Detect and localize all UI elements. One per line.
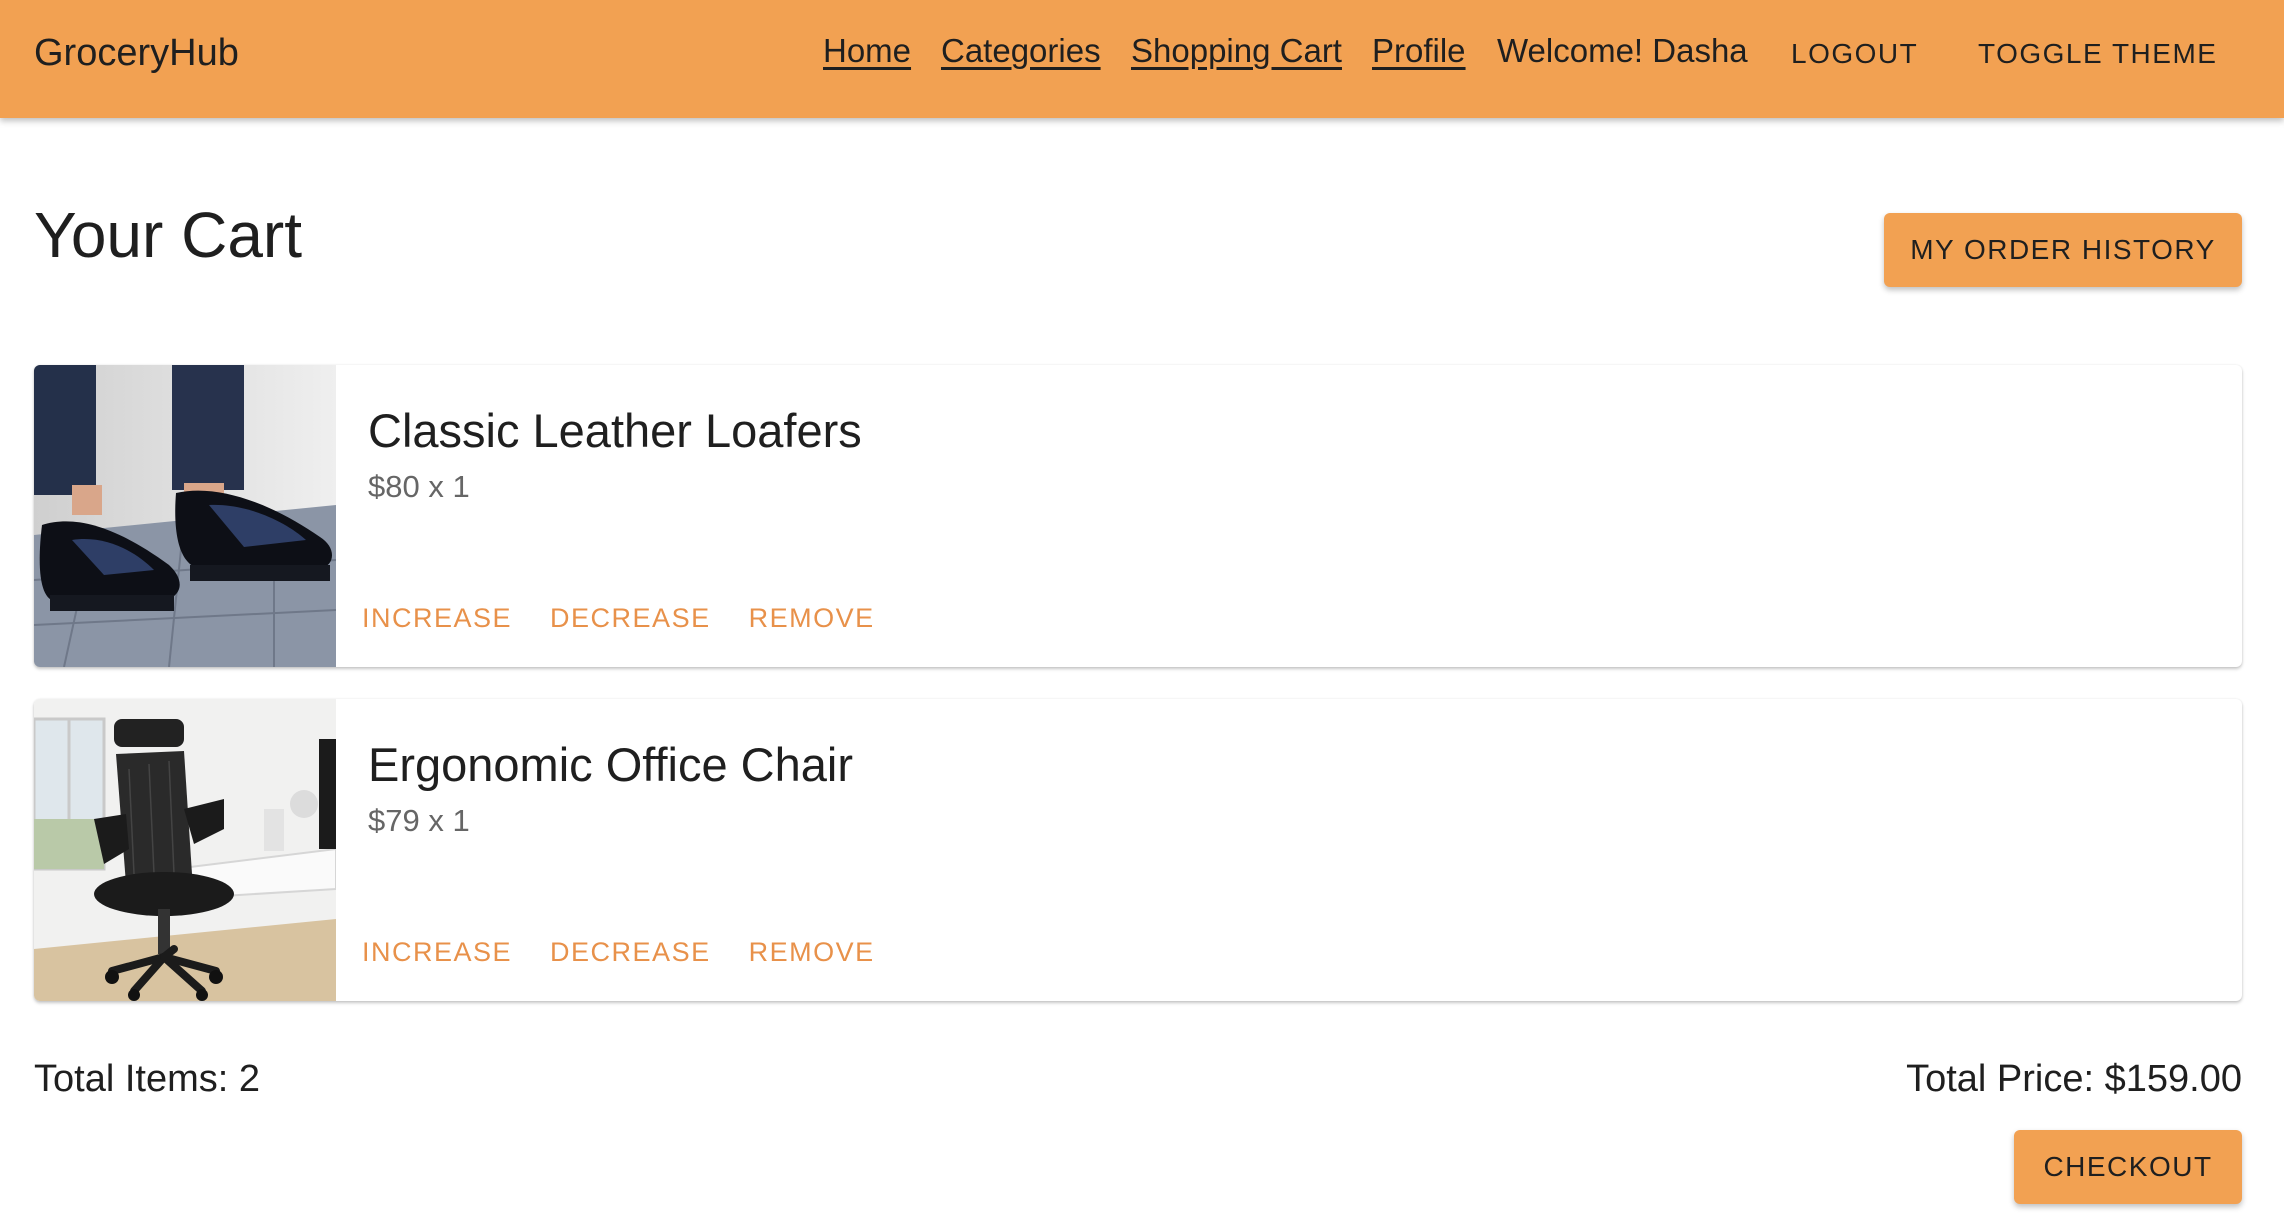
order-history-button[interactable]: MY ORDER HISTORY [1884, 213, 2242, 287]
cart-item-card: Classic Leather Loafers $80 x 1 INCREASE… [34, 365, 2242, 667]
item-actions: INCREASE DECREASE REMOVE [362, 937, 913, 968]
total-items: Total Items: 2 [34, 1058, 260, 1100]
increase-button[interactable]: INCREASE [362, 937, 512, 968]
item-name: Classic Leather Loafers [368, 404, 862, 457]
loafers-photo [34, 365, 336, 667]
brand-title[interactable]: GroceryHub [34, 32, 239, 75]
increase-button[interactable]: INCREASE [362, 603, 512, 634]
item-name: Ergonomic Office Chair [368, 738, 853, 791]
app-bar: GroceryHub Home Categories Shopping Cart… [0, 0, 2284, 118]
nav-home-link[interactable]: Home [823, 32, 911, 70]
nav-profile-link[interactable]: Profile [1372, 32, 1466, 70]
logout-button[interactable]: LOGOUT [1791, 38, 1918, 70]
page-title: Your Cart [34, 199, 302, 271]
decrease-button[interactable]: DECREASE [550, 603, 711, 634]
item-actions: INCREASE DECREASE REMOVE [362, 603, 913, 634]
item-price: $79 x 1 [368, 803, 470, 838]
remove-button[interactable]: REMOVE [749, 937, 875, 968]
office-chair-photo [34, 699, 336, 1001]
welcome-message: Welcome! Dasha [1497, 32, 1748, 69]
cart-item-card: Ergonomic Office Chair $79 x 1 INCREASE … [34, 699, 2242, 1001]
nav-categories-link[interactable]: Categories [941, 32, 1101, 70]
toggle-theme-button[interactable]: TOGGLE THEME [1978, 38, 2217, 70]
item-price: $80 x 1 [368, 469, 470, 504]
total-price: Total Price: $159.00 [1906, 1058, 2242, 1100]
decrease-button[interactable]: DECREASE [550, 937, 711, 968]
nav-shopping-cart-link[interactable]: Shopping Cart [1131, 32, 1342, 70]
remove-button[interactable]: REMOVE [749, 603, 875, 634]
checkout-button[interactable]: CHECKOUT [2014, 1130, 2242, 1204]
